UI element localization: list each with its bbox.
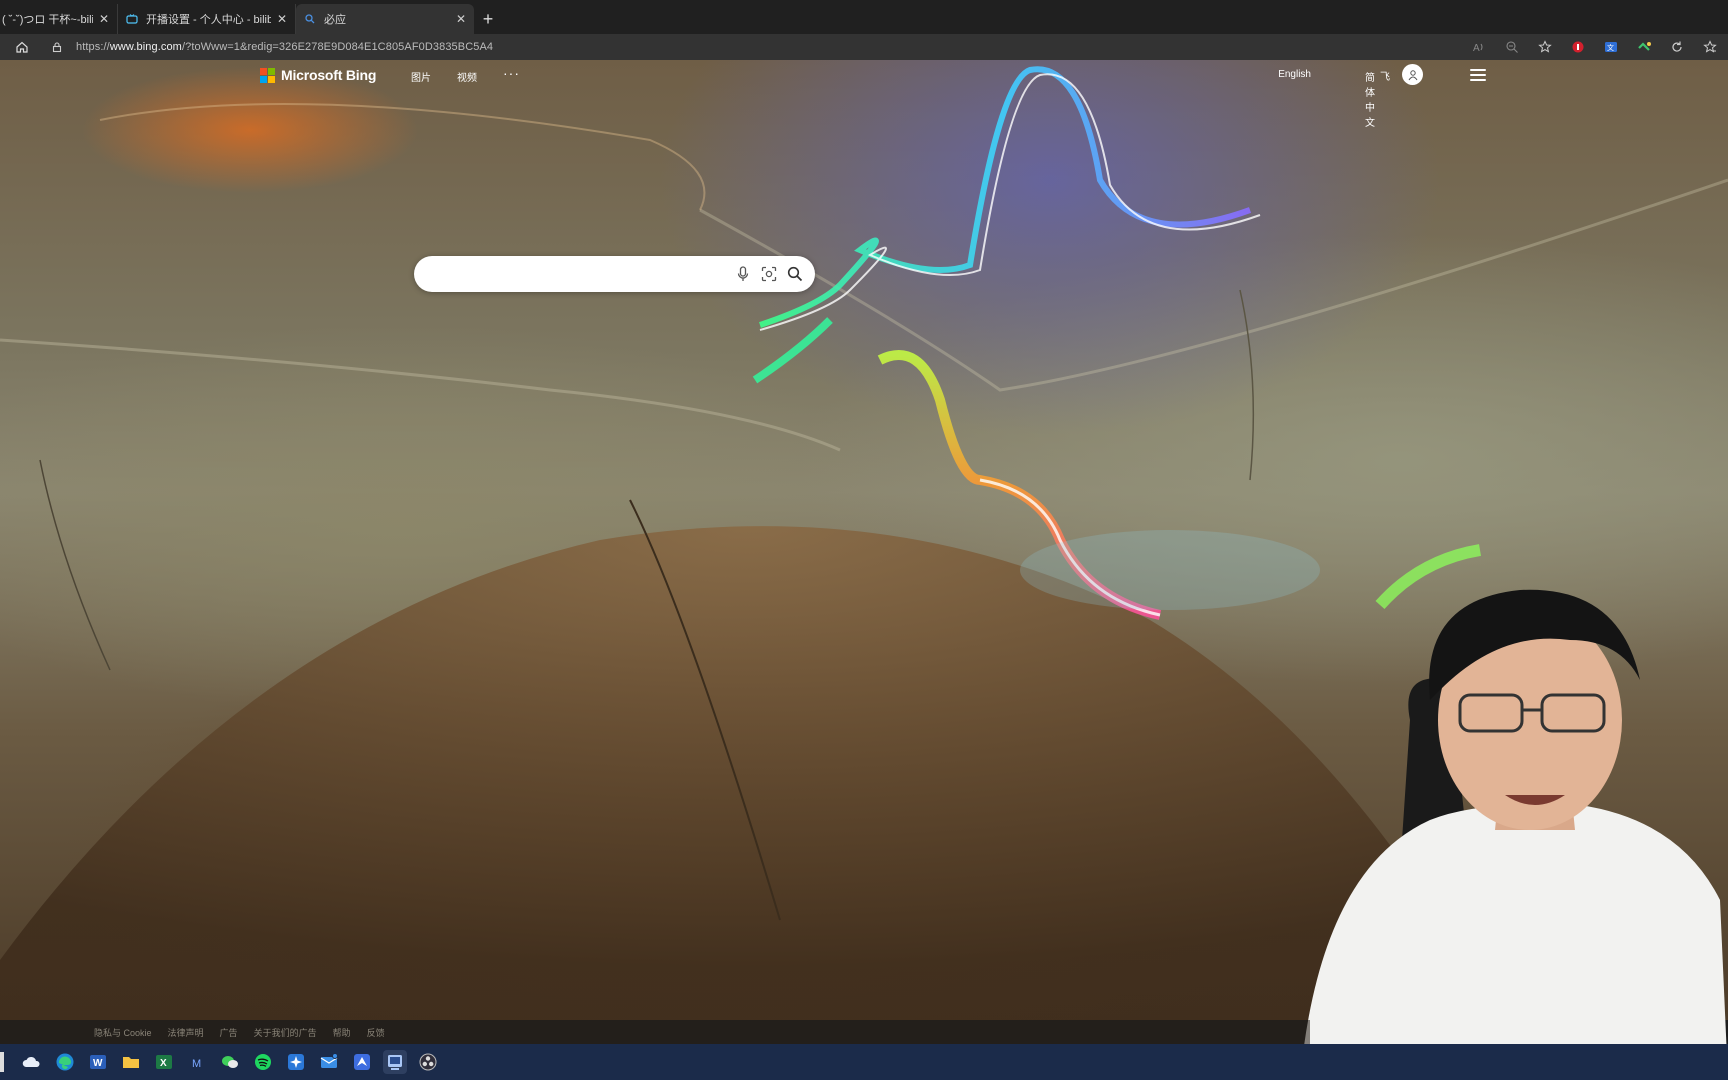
url-field[interactable]: https://www.bing.com/?toWww=1&redig=326E… — [76, 41, 493, 53]
translate-icon[interactable]: 文 — [1601, 37, 1621, 57]
tab-bilibili[interactable]: ( ˘‐˘)つロ 干杯~-bilib ✕ — [0, 4, 118, 34]
search-input[interactable] — [432, 265, 735, 283]
read-aloud-icon[interactable]: A — [1469, 37, 1489, 57]
zoom-icon[interactable] — [1502, 37, 1522, 57]
lang-chinese-link[interactable]: 简体中文 — [1365, 69, 1375, 129]
home-icon[interactable] — [12, 37, 32, 57]
footer-help-link[interactable]: 帮助 — [333, 1026, 351, 1039]
obs-icon[interactable] — [416, 1050, 440, 1074]
visual-search-icon[interactable] — [761, 266, 777, 282]
lang-english-link[interactable]: English — [1278, 69, 1311, 80]
webcam-overlay — [1280, 570, 1728, 1080]
tab-label: ( ˘‐˘)つロ 干杯~-bilib — [2, 14, 93, 26]
url-prefix: https:// — [76, 41, 110, 53]
excel-icon[interactable]: X — [152, 1050, 176, 1074]
start-edge[interactable] — [0, 1052, 4, 1072]
tab-live-settings[interactable]: 开播设置 - 个人中心 - bilibili link ✕ — [118, 4, 296, 34]
nav-images[interactable]: 图片 — [411, 69, 431, 84]
svg-text:文: 文 — [1607, 43, 1614, 52]
edge-browser-icon[interactable] — [53, 1050, 77, 1074]
favorites-star-icon[interactable] — [1535, 37, 1555, 57]
windows-taskbar: W X M — [0, 1044, 1728, 1080]
footer-legal-link[interactable]: 法律声明 — [168, 1026, 204, 1039]
nav-videos[interactable]: 视频 — [457, 69, 477, 84]
tab-strip: ( ˘‐˘)つロ 干杯~-bilib ✕ 开播设置 - 个人中心 - bilib… — [0, 0, 1728, 34]
app-m-icon[interactable]: M — [185, 1050, 209, 1074]
url-host: www.bing.com — [109, 41, 182, 53]
footer-feedback-link[interactable]: 反馈 — [367, 1026, 385, 1039]
mail-icon[interactable] — [317, 1050, 341, 1074]
footer-about-ads-link[interactable]: 关于我们的广告 — [254, 1026, 317, 1039]
close-icon[interactable]: ✕ — [277, 12, 287, 26]
rewards-label[interactable]: 飞 — [1380, 68, 1390, 83]
bing-logo[interactable]: Microsoft Bing — [260, 67, 376, 83]
microsoft-logo-icon — [260, 67, 275, 83]
bing-header: Microsoft Bing 图片 视频 ··· English 简体中文 飞 — [0, 60, 1728, 129]
microphone-icon[interactable] — [735, 266, 751, 282]
hamburger-menu-icon[interactable] — [1470, 67, 1486, 83]
tab-label: 必应 — [324, 14, 346, 26]
word-icon[interactable]: W — [86, 1050, 110, 1074]
search-icon[interactable] — [787, 266, 803, 282]
refresh-extension-icon[interactable] — [1667, 37, 1687, 57]
close-icon[interactable]: ✕ — [99, 12, 109, 26]
bing-nav: 图片 视频 ··· — [411, 66, 520, 84]
close-icon[interactable]: ✕ — [456, 12, 466, 26]
url-path: /?toWww=1&redig=326E278E9D084E1C805AF0D3… — [181, 41, 494, 53]
tab-label: 开播设置 - 个人中心 - bilibili link — [146, 14, 271, 26]
bing-footer: 隐私与 Cookie 法律声明 广告 关于我们的广告 帮助 反馈 — [0, 1020, 1310, 1044]
search-box — [414, 256, 815, 292]
footer-ads-link[interactable]: 广告 — [220, 1026, 238, 1039]
extension-green-icon[interactable] — [1634, 37, 1654, 57]
app-star-icon[interactable] — [284, 1050, 308, 1074]
footer-privacy-link[interactable]: 隐私与 Cookie — [94, 1026, 152, 1039]
active-app-icon[interactable] — [383, 1050, 407, 1074]
spotify-icon[interactable] — [251, 1050, 275, 1074]
svg-text:X: X — [160, 1058, 167, 1069]
collections-icon[interactable] — [1700, 37, 1720, 57]
tv-icon — [126, 13, 138, 25]
new-tab-button[interactable]: + — [474, 4, 502, 34]
extension-red-icon[interactable] — [1568, 37, 1588, 57]
file-explorer-icon[interactable] — [119, 1050, 143, 1074]
onedrive-icon[interactable] — [20, 1050, 44, 1074]
logo-text: Microsoft Bing — [281, 67, 377, 83]
search-icon — [304, 13, 316, 25]
streamer-video — [1300, 589, 1728, 1080]
svg-text:M: M — [192, 1058, 201, 1070]
lock-icon[interactable] — [50, 40, 64, 54]
app-bird-icon[interactable] — [350, 1050, 374, 1074]
wechat-icon[interactable] — [218, 1050, 242, 1074]
address-bar: https://www.bing.com/?toWww=1&redig=326E… — [0, 34, 1728, 60]
svg-text:W: W — [93, 1058, 103, 1069]
nav-more[interactable]: ··· — [503, 66, 520, 84]
tab-bing[interactable]: 必应 ✕ — [296, 4, 474, 34]
avatar[interactable] — [1402, 64, 1423, 85]
svg-text:A: A — [1473, 43, 1480, 54]
user-icon — [1408, 69, 1417, 80]
